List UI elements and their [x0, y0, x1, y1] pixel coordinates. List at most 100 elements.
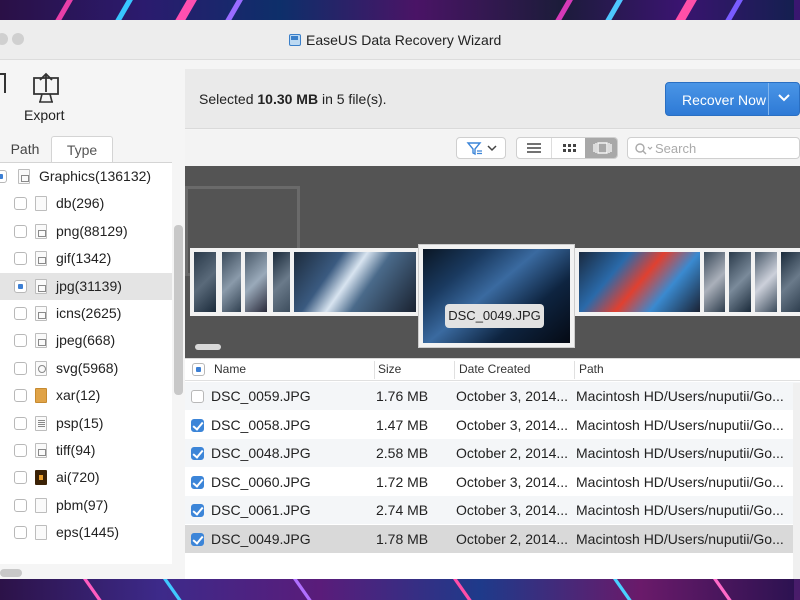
row-checkbox[interactable] [191, 504, 204, 517]
select-all-checkbox[interactable] [192, 363, 205, 376]
tree-item-label: eps(1445) [56, 524, 120, 540]
tree-item-eps[interactable]: eps(1445) [0, 519, 172, 546]
tree-item-pbm[interactable]: pbm(97) [0, 492, 172, 519]
app-logo-icon [289, 34, 301, 46]
table-row[interactable]: DSC_0061.JPG 2.74 MB October 3, 2014... Mac… [185, 496, 800, 524]
column-header-size[interactable]: Size [378, 362, 401, 376]
grid-view-button[interactable] [551, 138, 585, 158]
row-checkbox[interactable] [191, 476, 204, 489]
preview-thumbnail[interactable] [575, 248, 705, 316]
tab-path[interactable]: Path [0, 136, 50, 163]
tree-item-label: jpg(31139) [56, 278, 122, 294]
partial-toolbar-icon[interactable] [0, 73, 6, 93]
preview-scrollbar[interactable] [195, 344, 221, 350]
tree-item-label: xar(12) [56, 387, 101, 403]
tree-item-svg[interactable]: svg(5968) [0, 355, 172, 382]
tree-item-db[interactable]: db(296) [0, 190, 172, 217]
view-toolbar: Search [185, 130, 800, 166]
table-row[interactable]: DSC_0049.JPG 1.78 MB October 2, 2014... Mac… [185, 525, 800, 553]
tree-item-ai[interactable]: ai(720) [0, 464, 172, 491]
minimize-window-button[interactable] [12, 33, 24, 45]
svg-file-icon [35, 361, 47, 376]
cell-path: Macintosh HD/Users/nuputii/Go... [576, 445, 784, 461]
tab-type[interactable]: Type [51, 136, 113, 163]
image-file-icon [35, 224, 47, 239]
tree-horizontal-scrollbar[interactable] [0, 569, 22, 577]
tree-checkbox[interactable] [0, 170, 7, 183]
cell-size: 1.76 MB [376, 388, 429, 404]
tree-item-xar[interactable]: xar(12) [0, 382, 172, 409]
column-header-name[interactable]: Name [214, 362, 246, 376]
list-view-icon [527, 143, 541, 153]
selection-prefix: Selected [199, 91, 258, 107]
tree-checkbox[interactable] [14, 334, 27, 347]
table-row[interactable]: DSC_0058.JPG 1.47 MB October 3, 2014... Mac… [185, 411, 800, 439]
tree-item-label: ai(720) [56, 469, 100, 485]
cell-size: 2.58 MB [376, 445, 429, 461]
tree-item-jpg[interactable]: jpg(31139) [0, 273, 172, 300]
tree-checkbox[interactable] [14, 252, 27, 265]
tree-item-graphics[interactable]: Graphics(136132) [0, 163, 172, 190]
image-file-icon [35, 251, 47, 266]
list-view-button[interactable] [517, 138, 551, 158]
preview-thumbnail[interactable] [190, 248, 220, 316]
tree-checkbox[interactable] [14, 499, 27, 512]
wallpaper-bottom-strip [0, 578, 800, 600]
tree-item-label: png(88129) [56, 223, 128, 239]
preview-thumbnail[interactable] [777, 248, 800, 316]
tree-checkbox[interactable] [14, 280, 27, 293]
tree-checkbox[interactable] [14, 307, 27, 320]
cell-date: October 3, 2014... [456, 502, 569, 518]
coverflow-view-button[interactable] [585, 138, 617, 158]
tree-vertical-scrollbar[interactable] [174, 225, 183, 395]
chevron-down-icon[interactable] [776, 89, 792, 105]
blank-file-icon [35, 525, 47, 540]
xar-file-icon [35, 388, 47, 403]
preview-thumbnail[interactable] [241, 248, 271, 316]
column-separator [454, 361, 455, 379]
row-checkbox[interactable] [191, 447, 204, 460]
search-input[interactable]: Search [627, 137, 800, 159]
row-checkbox[interactable] [191, 419, 204, 432]
tree-item-psp[interactable]: psp(15) [0, 410, 172, 437]
image-file-icon [35, 279, 47, 294]
tree-checkbox[interactable] [14, 362, 27, 375]
cell-path: Macintosh HD/Users/nuputii/Go... [576, 502, 784, 518]
recover-now-button[interactable]: Recover Now [665, 82, 800, 116]
close-window-button[interactable] [0, 33, 8, 45]
tree-item-png[interactable]: png(88129) [0, 218, 172, 245]
tree-item-jpeg[interactable]: jpeg(668) [0, 327, 172, 354]
tree-checkbox[interactable] [14, 526, 27, 539]
tree-checkbox[interactable] [14, 197, 27, 210]
tree-item-tiff[interactable]: tiff(94) [0, 437, 172, 464]
preview-thumbnail[interactable] [290, 248, 420, 316]
table-row[interactable]: DSC_0048.JPG 2.58 MB October 2, 2014... Mac… [185, 439, 800, 467]
tree-item-icns[interactable]: icns(2625) [0, 300, 172, 327]
filter-button[interactable] [456, 137, 506, 159]
table-row[interactable]: DSC_0060.JPG 1.72 MB October 3, 2014... Mac… [185, 468, 800, 496]
cell-date: October 2, 2014... [456, 445, 569, 461]
tree-item-gif[interactable]: gif(1342) [0, 245, 172, 272]
table-row[interactable]: DSC_0059.JPG 1.76 MB October 3, 2014... Mac… [185, 382, 800, 410]
coverflow-view-icon [593, 142, 612, 154]
tree-checkbox[interactable] [14, 389, 27, 402]
row-checkbox[interactable] [191, 533, 204, 546]
tree-checkbox[interactable] [14, 471, 27, 484]
cell-path: Macintosh HD/Users/nuputii/Go... [576, 474, 784, 490]
tree-checkbox[interactable] [14, 417, 27, 430]
app-window: EaseUS Data Recovery Wizard ne Export Pa… [0, 20, 800, 579]
tree-checkbox[interactable] [14, 225, 27, 238]
cell-path: Macintosh HD/Users/nuputii/Go... [576, 388, 784, 404]
tree-checkbox[interactable] [14, 444, 27, 457]
column-header-path[interactable]: Path [579, 362, 604, 376]
table-scrollbar[interactable] [793, 383, 800, 579]
row-checkbox[interactable] [191, 390, 204, 403]
cell-name: DSC_0059.JPG [211, 388, 311, 404]
table-header: Name Size Date Created Path [185, 359, 800, 381]
cell-name: DSC_0048.JPG [211, 445, 311, 461]
cell-size: 1.78 MB [376, 531, 429, 547]
tree-item-label: db(296) [56, 195, 105, 211]
preview-thumbnail-selected[interactable] [418, 244, 575, 348]
column-header-date-created[interactable]: Date Created [459, 362, 530, 376]
export-button[interactable]: Export [22, 70, 70, 126]
